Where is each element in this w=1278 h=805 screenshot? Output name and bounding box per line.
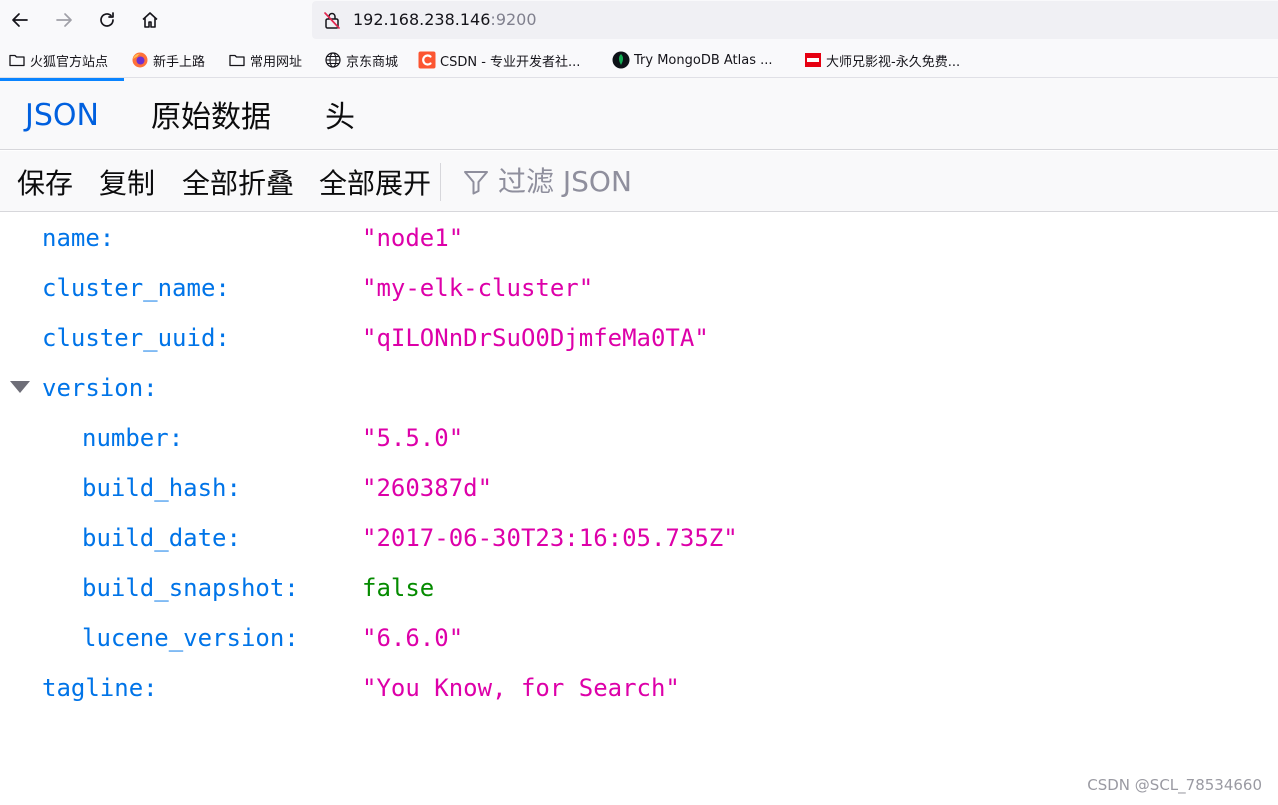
- url-host: 192.168.238.146: [353, 10, 491, 29]
- bookmark-label: Try MongoDB Atlas ...: [634, 52, 773, 68]
- url-text: 192.168.238.146:9200: [353, 10, 537, 30]
- json-string-value: "6.6.0": [362, 624, 464, 652]
- json-viewer-tabs: JSON 原始数据 头: [0, 78, 1278, 150]
- collapse-all-button[interactable]: 全部折叠: [182, 151, 294, 212]
- bookmark-getting-started[interactable]: 新手上路: [131, 50, 205, 70]
- json-string-value: "2017-06-30T23:16:05.735Z": [362, 524, 738, 552]
- bookmarks-toolbar: 火狐官方站点 新手上路 常用网址 京东商城 CSDN - 专业开发者社... T…: [0, 40, 1278, 78]
- tree-row-name[interactable]: name: "node1": [0, 213, 1278, 263]
- expand-triangle-icon[interactable]: [10, 381, 30, 393]
- tab-json[interactable]: JSON: [0, 78, 124, 150]
- json-string-value: "You Know, for Search": [362, 674, 680, 702]
- home-button[interactable]: [136, 6, 164, 34]
- reload-button[interactable]: [93, 6, 121, 34]
- json-key: cluster_uuid:: [42, 324, 230, 352]
- arrow-left-icon: [12, 13, 28, 27]
- bookmark-label: 火狐官方站点: [30, 54, 109, 70]
- bookmark-label: 常用网址: [250, 54, 303, 70]
- filter-funnel-icon: [464, 170, 488, 194]
- url-bar[interactable]: 192.168.238.146:9200: [312, 1, 1278, 39]
- tree-row-version[interactable]: version:: [0, 363, 1278, 413]
- json-key: build_date:: [82, 524, 241, 552]
- tree-row-cluster-name[interactable]: cluster_name: "my-elk-cluster": [0, 263, 1278, 313]
- folder-icon: [228, 51, 246, 69]
- json-string-value: "5.5.0": [362, 424, 464, 452]
- json-key: cluster_name:: [42, 274, 230, 302]
- tab-raw-data[interactable]: 原始数据: [140, 78, 282, 150]
- bookmark-label: 大师兄影视-永久免费...: [826, 54, 961, 70]
- arrow-right-icon: [56, 13, 72, 27]
- bookmark-label: CSDN - 专业开发者社...: [440, 54, 581, 70]
- json-string-value: "qILONnDrSuO0DjmfeMa0TA": [362, 324, 709, 352]
- csdn-icon: [418, 51, 436, 69]
- json-key: build_hash:: [82, 474, 241, 502]
- json-key: number:: [82, 424, 184, 452]
- tab-headers[interactable]: 头: [310, 78, 370, 150]
- bookmark-jd[interactable]: 京东商城: [324, 50, 398, 70]
- mongodb-leaf-icon: [612, 51, 630, 69]
- url-port: :9200: [490, 10, 537, 29]
- expand-all-button[interactable]: 全部展开: [319, 151, 431, 212]
- json-string-value: "my-elk-cluster": [362, 274, 594, 302]
- watermark: CSDN @SCL_78534660: [1087, 776, 1262, 794]
- firefox-icon: [131, 51, 149, 69]
- reload-icon: [100, 12, 114, 27]
- tree-row-cluster-uuid[interactable]: cluster_uuid: "qILONnDrSuO0DjmfeMa0TA": [0, 313, 1278, 363]
- tree-row-build-hash[interactable]: build_hash: "260387d": [0, 463, 1278, 513]
- tree-row-build-date[interactable]: build_date: "2017-06-30T23:16:05.735Z": [0, 513, 1278, 563]
- toolbar-divider: [440, 163, 441, 201]
- json-key: lucene_version:: [82, 624, 299, 652]
- filter-json-input[interactable]: [498, 165, 758, 198]
- json-string-value: "260387d": [362, 474, 493, 502]
- bookmark-firefox-official[interactable]: 火狐官方站点: [8, 50, 108, 70]
- tree-row-tagline[interactable]: tagline: "You Know, for Search": [0, 663, 1278, 713]
- bookmark-mongodb[interactable]: Try MongoDB Atlas ...: [612, 50, 773, 70]
- bookmark-video-site[interactable]: 大师兄影视-永久免费...: [804, 50, 960, 70]
- tree-row-build-snapshot[interactable]: build_snapshot: false: [0, 563, 1278, 613]
- json-key: version:: [42, 374, 158, 402]
- navigation-bar: 192.168.238.146:9200: [0, 0, 1278, 40]
- insecure-lock-icon: [324, 12, 340, 29]
- forward-button[interactable]: [50, 6, 78, 34]
- json-key: build_snapshot:: [82, 574, 299, 602]
- tree-row-number[interactable]: number: "5.5.0": [0, 413, 1278, 463]
- back-button[interactable]: [6, 6, 34, 34]
- video-site-icon: [804, 51, 822, 69]
- json-toolbar: 保存 复制 全部折叠 全部展开: [0, 151, 1278, 212]
- folder-icon: [8, 51, 26, 69]
- json-string-value: "node1": [362, 224, 464, 252]
- bookmark-common-sites[interactable]: 常用网址: [228, 50, 302, 70]
- bookmark-csdn[interactable]: CSDN - 专业开发者社...: [418, 50, 580, 70]
- bookmark-label: 京东商城: [346, 54, 399, 70]
- filter-box[interactable]: [462, 159, 758, 204]
- json-boolean-value: false: [362, 574, 435, 602]
- json-key: name:: [42, 224, 115, 252]
- home-icon: [142, 12, 158, 28]
- save-button[interactable]: 保存: [17, 151, 73, 212]
- bookmark-label: 新手上路: [153, 54, 206, 70]
- globe-icon: [324, 51, 342, 69]
- tree-row-lucene-version[interactable]: lucene_version: "6.6.0": [0, 613, 1278, 663]
- json-key: tagline:: [42, 674, 158, 702]
- copy-button[interactable]: 复制: [99, 151, 155, 212]
